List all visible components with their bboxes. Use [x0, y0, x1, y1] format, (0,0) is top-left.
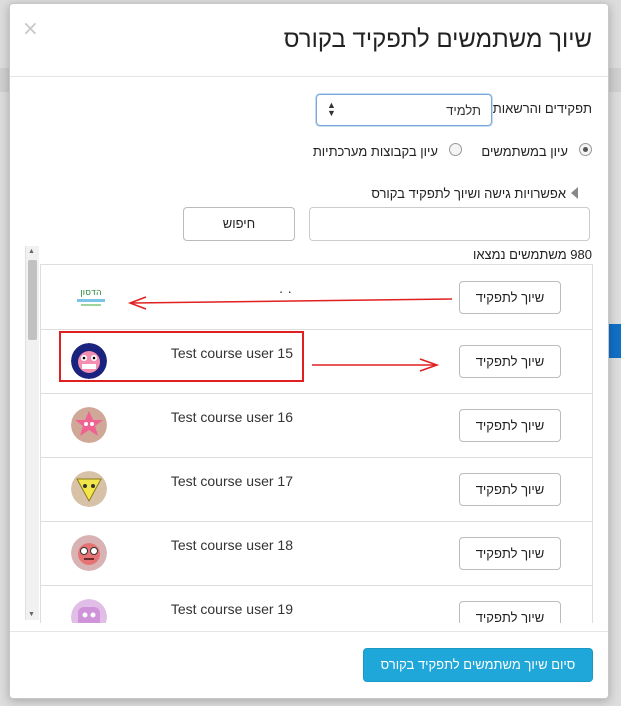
collapse-arrow-icon[interactable] — [571, 187, 578, 199]
monster-avatar-icon — [71, 343, 107, 379]
star-avatar-icon — [71, 407, 107, 443]
assign-role-button[interactable]: שיוך לתפקיד — [459, 345, 561, 378]
list-item: שיוך לתפקיד Test course user 16 — [41, 393, 592, 458]
logo-avatar-icon: הדסון — [71, 279, 111, 313]
roles-label: תפקידים והרשאות — [492, 101, 592, 116]
list-item: שיוך לתפקיד · · הדסון — [41, 265, 592, 330]
assign-role-button[interactable]: שיוך לתפקיד — [459, 473, 561, 506]
dialog-footer: סיום שיוך משתמשים לתפקיד בקורס — [10, 631, 608, 698]
user-name: Test course user 17 — [170, 473, 293, 489]
dialog-header: שיוך משתמשים לתפקיד בקורס × — [10, 4, 608, 77]
glasses-avatar-icon — [71, 535, 107, 571]
assign-role-button[interactable]: שיוך לתפקיד — [459, 409, 561, 442]
triangle-avatar-icon — [71, 471, 107, 507]
assign-role-button[interactable]: שיוך לתפקיד — [459, 281, 561, 314]
list-item: שיוך לתפקיד Test course user 15 — [41, 329, 592, 394]
assign-role-button[interactable]: שיוך לתפקיד — [459, 537, 561, 570]
assign-role-dialog: שיוך משתמשים לתפקיד בקורס × תפקידים והרש… — [9, 3, 609, 699]
pink-avatar-icon — [71, 599, 107, 623]
list-item: שיוך לתפקיד Test course user 18 — [41, 521, 592, 586]
results-count: 980 משתמשים נמצאו — [472, 247, 592, 262]
roles-select[interactable]: תלמיד ▲ ▼ — [316, 94, 492, 126]
search-button[interactable]: חיפוש — [183, 207, 295, 241]
list-item: שיוך לתפקיד Test course user 19 — [41, 585, 592, 623]
svg-text:הדסון: הדסון — [80, 288, 102, 298]
roles-select-value: תלמיד — [446, 103, 481, 118]
scroll-up-icon[interactable]: ▲ — [28, 248, 35, 255]
list-scrollbar[interactable]: ▲ ▼ — [25, 246, 39, 620]
list-item: שיוך לתפקיד Test course user 17 — [41, 457, 592, 522]
user-name: Test course user 19 — [170, 601, 293, 617]
radio-browse-users-label: עיון במשתמשים — [481, 144, 568, 159]
radio-browse-users[interactable] — [579, 143, 592, 156]
user-name: Test course user 18 — [170, 537, 293, 553]
finish-assign-button[interactable]: סיום שיוך משתמשים לתפקיד בקורס — [363, 648, 593, 682]
assign-role-button[interactable]: שיוך לתפקיד — [459, 601, 561, 623]
user-list: שיוך לתפקיד · · הדסון שיוך לתפקיד Test c… — [40, 264, 593, 623]
radio-browse-cohorts-label: עיון בקבוצות מערכתיות — [312, 144, 438, 159]
scroll-down-icon[interactable]: ▼ — [28, 611, 35, 618]
select-arrows-icon: ▲ ▼ — [327, 100, 336, 118]
user-name: Test course user 16 — [170, 409, 293, 425]
radio-browse-cohorts[interactable] — [449, 143, 462, 156]
user-name: Test course user 15 — [170, 345, 293, 361]
user-name: · · — [278, 283, 292, 299]
access-options-link[interactable]: אפשרויות גישה ושיוך לתפקיד בקורס — [371, 186, 566, 201]
dialog-title: שיוך משתמשים לתפקיד בקורס — [283, 26, 592, 53]
scrollbar-thumb[interactable] — [28, 260, 37, 340]
search-input[interactable] — [309, 207, 590, 241]
close-icon[interactable]: × — [22, 16, 39, 40]
